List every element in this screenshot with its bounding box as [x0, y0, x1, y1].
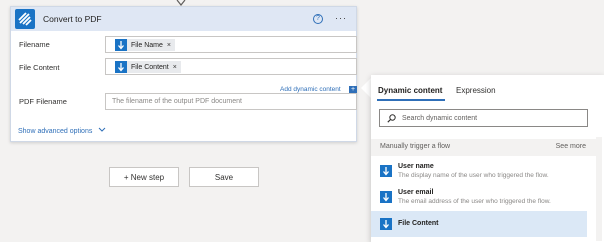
search-placeholder: Search dynamic content [402, 115, 478, 122]
dynamic-content-panel: Dynamic content Expression Search dynami… [371, 75, 604, 242]
file-content-field[interactable]: File Content × [105, 58, 357, 75]
chevron-down-icon [98, 127, 106, 132]
new-step-button[interactable]: + New step [109, 167, 179, 187]
token-label: File Name [131, 41, 163, 49]
file-name-token[interactable]: File Name × [115, 39, 175, 51]
token-label: File Content [131, 63, 169, 71]
item-name: User name [398, 163, 434, 170]
trigger-icon [380, 165, 392, 177]
remove-icon[interactable]: × [173, 64, 177, 71]
see-more-link[interactable]: See more [556, 143, 586, 150]
tab-dynamic-content[interactable]: Dynamic content [378, 86, 442, 95]
section-header: Manually trigger a flow See more [371, 139, 596, 156]
list-item-user-email[interactable]: User email The email address of the user… [371, 185, 587, 211]
trigger-icon [380, 218, 392, 230]
item-description: The email address of the user who trigge… [398, 198, 551, 205]
show-advanced-options-link[interactable]: Show advanced options [18, 127, 106, 135]
show-advanced-label: Show advanced options [18, 128, 93, 135]
item-name: User email [398, 189, 434, 196]
trigger-icon [380, 191, 392, 203]
tab-expression[interactable]: Expression [456, 86, 496, 95]
pdf-filename-label: PDF Filename [19, 97, 67, 106]
item-name: File Content [398, 220, 439, 227]
search-input[interactable]: Search dynamic content [379, 109, 588, 127]
pdf-filename-field[interactable]: The filename of the output PDF document [105, 93, 357, 110]
filename-label: Filename [19, 40, 50, 49]
save-button[interactable]: Save [189, 167, 259, 187]
trigger-icon [115, 39, 127, 51]
add-dynamic-content-link[interactable]: Add dynamic content [280, 86, 341, 93]
search-icon [387, 114, 396, 123]
list-item-user-name[interactable]: User name The display name of the user w… [371, 159, 587, 185]
panel-caret [361, 78, 371, 98]
pdf-filename-placeholder: The filename of the output PDF document [112, 98, 242, 105]
section-title: Manually trigger a flow [380, 143, 451, 150]
pdf-connector-logo [15, 9, 35, 29]
filename-field[interactable]: File Name × [105, 36, 357, 53]
active-tab-indicator [377, 99, 445, 101]
item-description: The display name of the user who trigger… [398, 172, 549, 179]
help-icon[interactable]: ? [313, 14, 323, 24]
card-title: Convert to PDF [43, 14, 102, 24]
list-item-file-content[interactable]: File Content [371, 211, 587, 237]
card-header[interactable]: Convert to PDF [11, 7, 356, 31]
remove-icon[interactable]: × [167, 42, 171, 49]
more-icon[interactable]: ··· [335, 13, 347, 23]
file-content-label: File Content [19, 63, 60, 72]
file-content-token[interactable]: File Content × [115, 61, 181, 73]
scrollbar[interactable] [596, 137, 602, 241]
convert-to-pdf-card: Convert to PDF ? ··· Filename File Name … [10, 6, 357, 142]
trigger-icon [115, 61, 127, 73]
